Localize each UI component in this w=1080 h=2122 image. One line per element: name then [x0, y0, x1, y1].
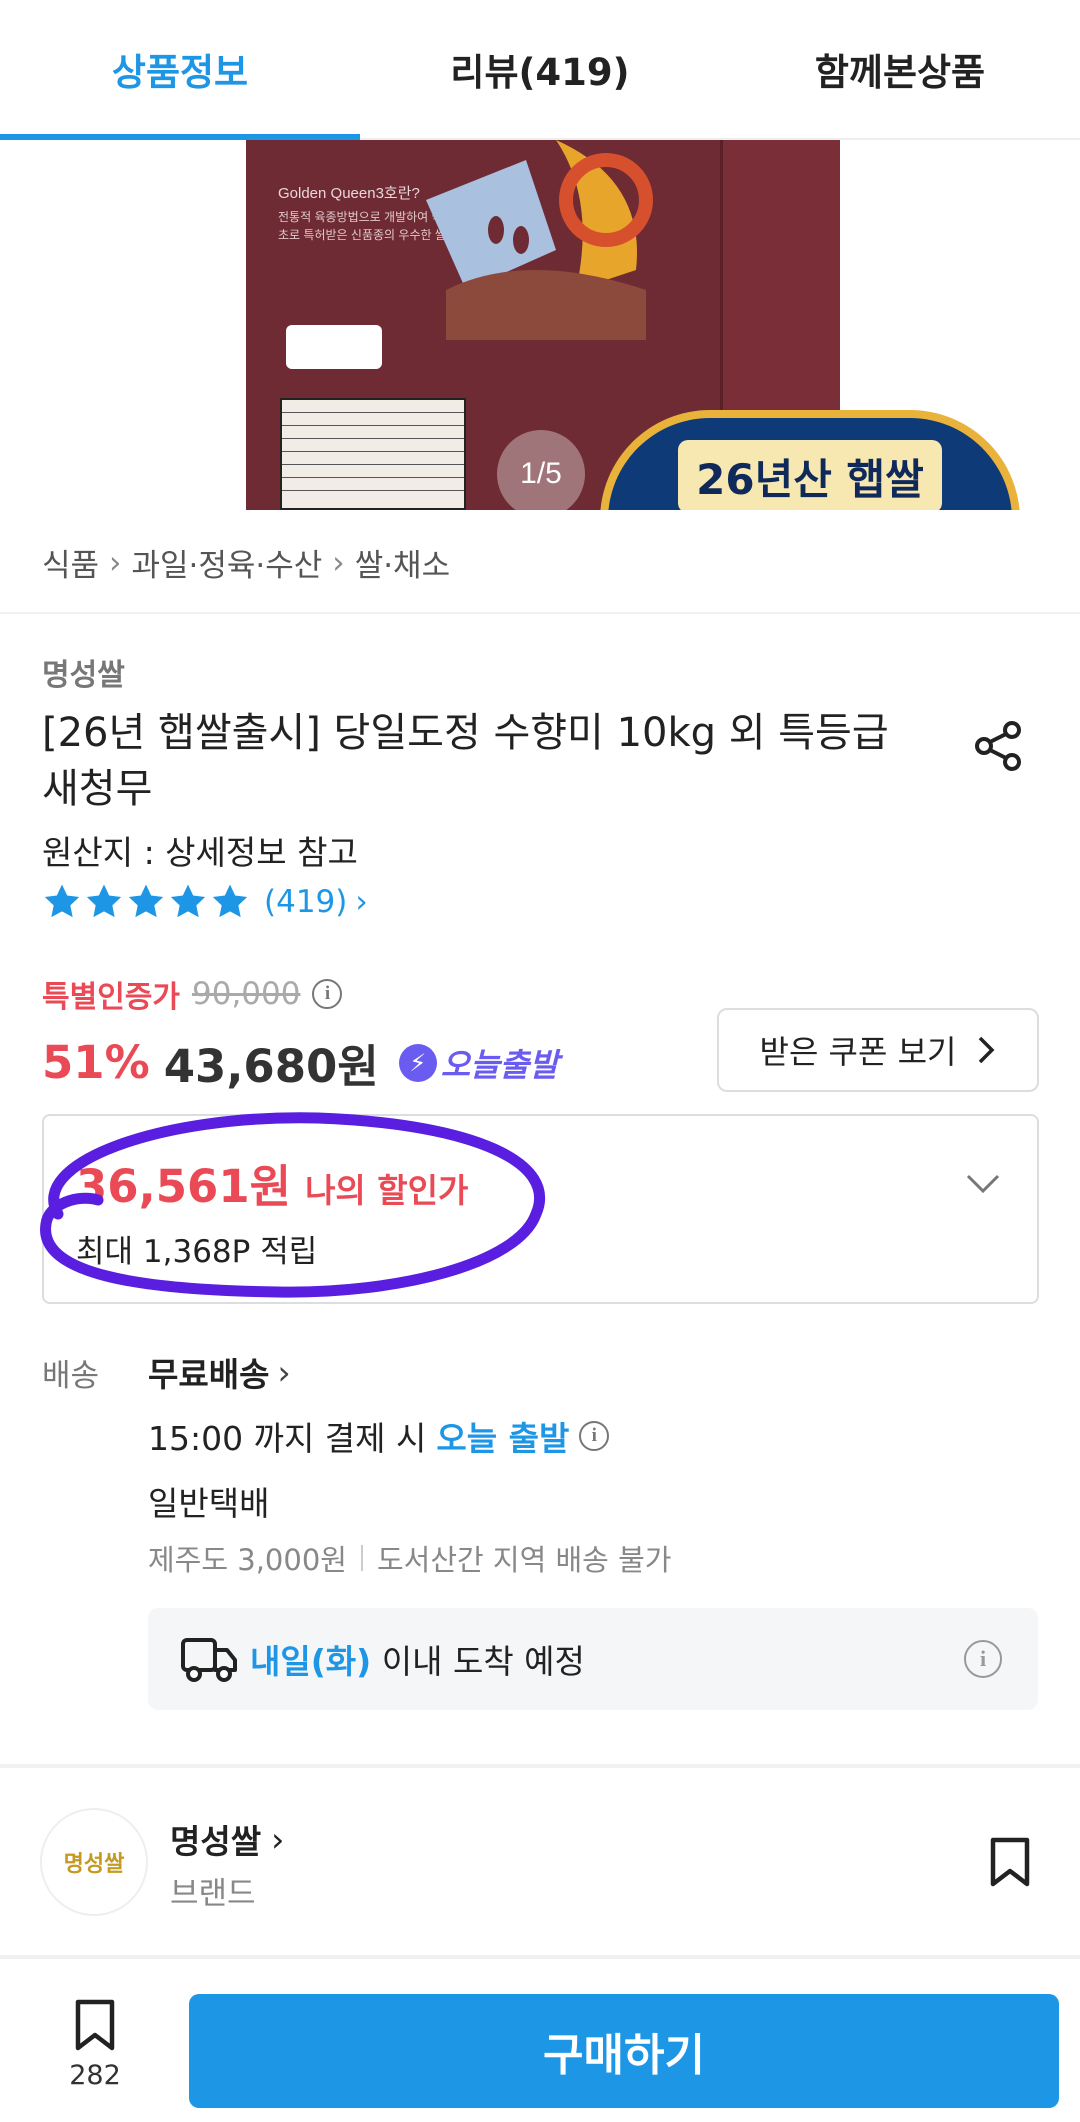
- special-price-row: 특별인증가 90,000 i: [42, 972, 343, 1016]
- shipping-fee: 무료배송: [148, 1355, 270, 1394]
- section-divider: [0, 1955, 1080, 1959]
- chevron-right-icon: [979, 1036, 995, 1064]
- star-icon: [128, 884, 164, 918]
- store-link[interactable]: 명성쌀 ›: [170, 1815, 284, 1863]
- island-restriction: 도서산간 지역 배송 불가: [376, 1543, 672, 1577]
- cutoff-highlight: 오늘 출발: [436, 1419, 570, 1458]
- review-count[interactable]: (419): [264, 884, 347, 920]
- bag-text-title: Golden Queen3호란?: [278, 185, 420, 202]
- store-name: 명성쌀: [170, 1822, 262, 1861]
- star-icon: [86, 884, 122, 918]
- star-icon: [44, 884, 80, 918]
- my-discount-amount: 36,561원: [76, 1160, 292, 1213]
- bookmark-icon: [75, 1999, 115, 2051]
- bottom-action-bar: 282 구매하기: [0, 1960, 1080, 2122]
- my-discount-box[interactable]: 36,561원 나의 할인가 최대 1,368P 적립: [42, 1114, 1039, 1304]
- view-coupons-button[interactable]: 받은 쿠폰 보기: [717, 1008, 1039, 1092]
- save-count: 282: [69, 2060, 121, 2091]
- chevron-right-icon: ›: [271, 1819, 285, 1859]
- max-points: 최대 1,368P 적립: [76, 1234, 318, 1270]
- breadcrumb-item[interactable]: 식품: [42, 540, 99, 585]
- bag-label: [286, 325, 382, 369]
- store-type: 브랜드: [170, 1876, 256, 1912]
- new-rice-badge: 26년산 햅쌀: [600, 410, 1020, 510]
- chevron-down-icon[interactable]: [965, 1166, 1001, 1202]
- star-icon: [212, 884, 248, 918]
- product-image-carousel[interactable]: Golden Queen3호란? 전통적 육종방법으로 개발하여 국내에서 최초…: [0, 140, 1080, 510]
- store-logo: 명성쌀: [63, 1851, 125, 1877]
- original-price: 90,000: [192, 976, 301, 1012]
- rating[interactable]: (419) ›: [42, 882, 368, 922]
- brand-name[interactable]: 명성쌀: [42, 650, 125, 694]
- breadcrumb-item[interactable]: 쌀·채소: [355, 540, 450, 585]
- breadcrumb: 식품 › 과일·정육·수산 › 쌀·채소: [42, 540, 450, 585]
- tab-related-products[interactable]: 함께본상품: [720, 0, 1080, 138]
- my-discount-row: 36,561원 나의 할인가: [76, 1150, 468, 1215]
- chevron-right-icon: ›: [332, 544, 345, 581]
- today-shipping-label: 오늘출발: [440, 1045, 559, 1084]
- discount-percent: 51%: [42, 1036, 150, 1089]
- arrival-text: 내일(화) 이내 도착 예정: [250, 1635, 964, 1683]
- special-price-label: 특별인증가: [42, 980, 180, 1015]
- section-divider: [0, 1764, 1080, 1768]
- cutoff-prefix: 15:00 까지 결제 시: [148, 1419, 427, 1458]
- shipping-label: 배송: [42, 1358, 100, 1394]
- share-icon[interactable]: [970, 718, 1026, 774]
- my-discount-label: 나의 할인가: [305, 1171, 469, 1210]
- star-icon: [170, 884, 206, 918]
- shipping-method: 일반택배: [148, 1484, 270, 1523]
- lightning-icon: ⚡: [398, 1043, 437, 1082]
- divider: [360, 1545, 363, 1571]
- badge-text: 26년산 햅쌀: [678, 439, 942, 510]
- bag-artwork: [426, 140, 653, 340]
- chevron-right-icon: ›: [355, 884, 368, 920]
- arrival-date: 내일(화): [250, 1642, 372, 1681]
- truck-icon: [181, 1638, 237, 1682]
- divider: [0, 612, 1080, 614]
- info-icon[interactable]: i: [312, 979, 343, 1009]
- info-icon[interactable]: i: [579, 1421, 610, 1451]
- bookmark-icon[interactable]: [988, 1836, 1032, 1888]
- info-icon[interactable]: i: [964, 1640, 1002, 1678]
- image-pager: 1/5: [497, 430, 585, 510]
- product-title: [26년 햅쌀출시] 당일도정 수향미 10kg 외 특등급 새청무: [42, 710, 889, 812]
- tab-product-info[interactable]: 상품정보: [0, 0, 360, 140]
- sale-price: 43,680원: [163, 1040, 379, 1093]
- tab-bar: 상품정보 리뷰(419) 함께본상품: [0, 0, 1080, 140]
- arrival-estimate: 내일(화) 이내 도착 예정 i: [148, 1608, 1038, 1710]
- price-row: 51% 43,680원 ⚡ 오늘출발: [42, 1030, 559, 1095]
- chevron-right-icon: ›: [109, 544, 122, 581]
- breadcrumb-item[interactable]: 과일·정육·수산: [131, 540, 322, 585]
- shipping-extra: 제주도 3,000원 도서산간 지역 배송 불가: [148, 1537, 671, 1579]
- today-shipping-badge: ⚡ 오늘출발: [398, 1040, 559, 1086]
- coupon-button-label: 받은 쿠폰 보기: [759, 1033, 957, 1071]
- store-avatar[interactable]: 명성쌀: [40, 1808, 148, 1916]
- origin-info: 원산지 : 상세정보 참고: [42, 833, 358, 872]
- save-button[interactable]: 282: [60, 1998, 130, 2091]
- arrival-suffix: 이내 도착 예정: [381, 1642, 585, 1681]
- jeju-fee: 제주도 3,000원: [148, 1543, 347, 1577]
- bag-info-table: [280, 398, 466, 510]
- shipping-cutoff: 15:00 까지 결제 시 오늘 출발 i: [148, 1412, 610, 1460]
- free-shipping[interactable]: 무료배송 ›: [148, 1348, 291, 1396]
- chevron-right-icon: ›: [277, 1352, 291, 1392]
- tab-reviews[interactable]: 리뷰(419): [360, 0, 720, 138]
- buy-button[interactable]: 구매하기: [189, 1994, 1059, 2108]
